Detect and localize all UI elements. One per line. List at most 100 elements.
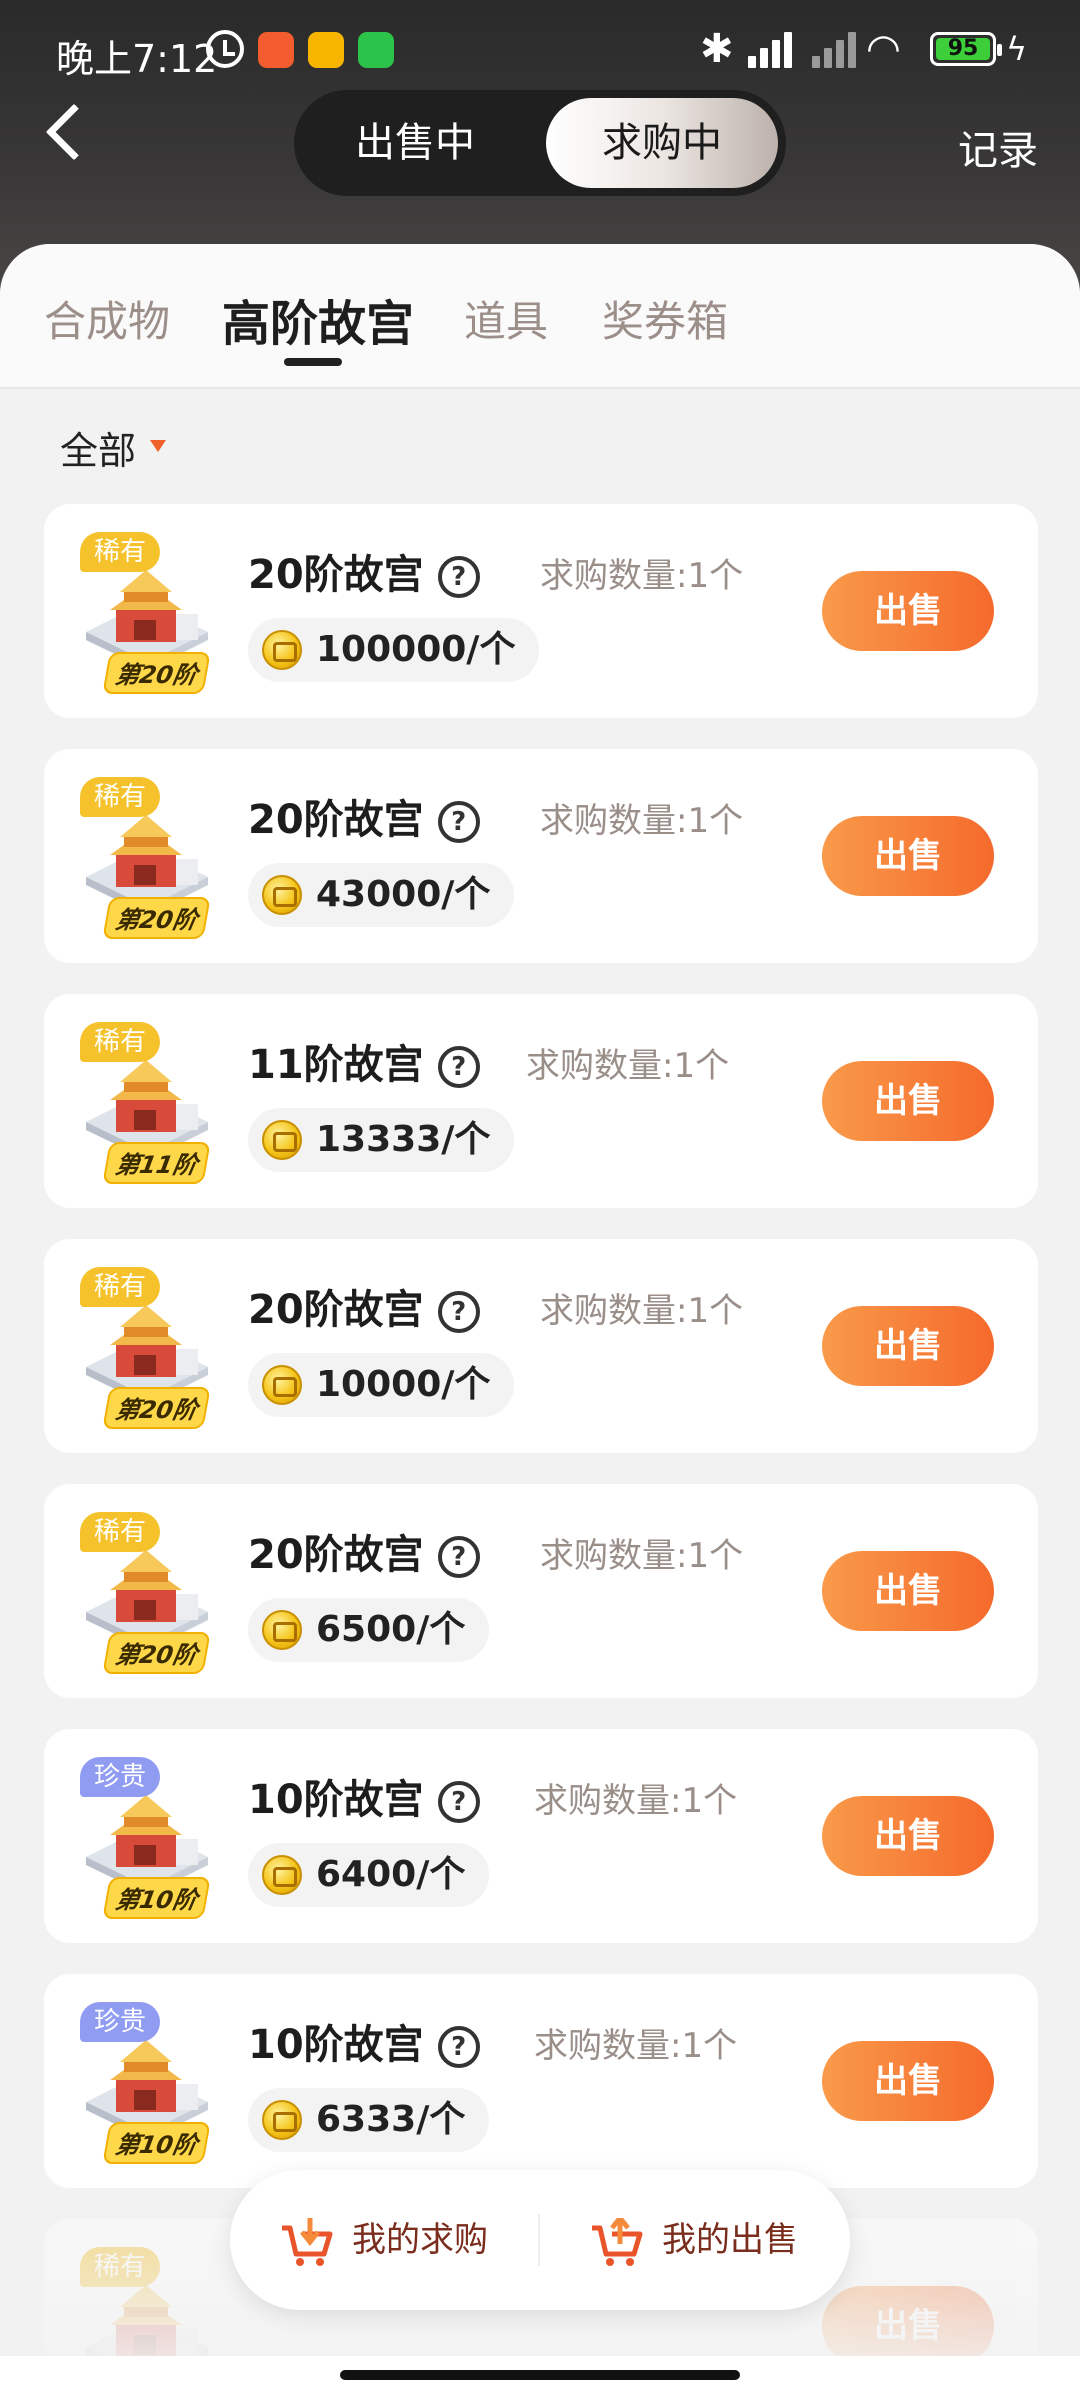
price-value: 100000/个 <box>316 629 516 670</box>
record-link[interactable]: 记录 <box>958 118 1038 176</box>
order-card: 稀有 第11阶 11阶故宫? 求购数量:1个 13333/个 出售 <box>44 994 1038 1208</box>
item-thumbnail: 稀有 第11阶 <box>66 1008 222 1194</box>
coin-icon <box>262 1855 302 1895</box>
sell-button[interactable]: 出售 <box>822 1061 994 1141</box>
coin-icon <box>262 1120 302 1160</box>
app-notification-icon <box>258 32 294 68</box>
item-thumbnail: 珍贵 第10阶 <box>66 1988 222 2174</box>
item-title-text: 20阶故宫 <box>248 552 424 598</box>
rarity-badge: 珍贵 <box>80 2002 161 2042</box>
level-tag: 第20阶 <box>102 652 212 694</box>
buy-quantity: 求购数量:1个 <box>540 1291 744 1331</box>
price-value: 6500/个 <box>316 1609 466 1650</box>
order-card: 稀有 第20阶 20阶故宫? 求购数量:1个 43000/个 出售 <box>44 749 1038 963</box>
buy-quantity: 求购数量:1个 <box>540 1536 744 1576</box>
cart-down-icon <box>282 2217 333 2266</box>
my-buy-label: 我的求购 <box>352 2220 488 2260</box>
item-title-text: 10阶故宫 <box>248 2022 424 2068</box>
level-tag: 第20阶 <box>102 1387 212 1429</box>
item-thumbnail: 稀有 第20阶 <box>66 518 222 704</box>
my-buy-button[interactable]: 我的求购 <box>280 2170 488 2310</box>
item-title-text: 20阶故宫 <box>248 797 424 843</box>
order-card: 稀有 第20阶 20阶故宫? 求购数量:1个 6500/个 出售 <box>44 1484 1038 1698</box>
sell-button[interactable]: 出售 <box>822 1551 994 1631</box>
cart-up-icon <box>592 2217 643 2266</box>
order-card: 珍贵 第10阶 10阶故宫? 求购数量:1个 6400/个 出售 <box>44 1729 1038 1943</box>
signal-icon <box>812 30 868 68</box>
seg-buying[interactable]: 求购中 <box>546 98 778 188</box>
seg-selling[interactable]: 出售中 <box>302 98 528 188</box>
coin-icon <box>262 1610 302 1650</box>
mode-switch: 出售中 求购中 <box>294 90 786 196</box>
price-pill: 6400/个 <box>248 1843 490 1907</box>
status-bar: 晚上7:12 ✱ ◠ 95 ϟ <box>0 0 1080 100</box>
wechat-icon <box>358 32 394 68</box>
buy-quantity: 求购数量:1个 <box>534 1781 738 1821</box>
bottom-dock: 我的求购 我的出售 <box>230 2170 850 2310</box>
item-title: 20阶故宫? <box>248 1277 480 1335</box>
item-title: 20阶故宫? <box>248 1522 480 1580</box>
battery-icon: 95 <box>930 32 1002 66</box>
help-icon[interactable]: ? <box>437 2026 480 2068</box>
buy-quantity: 求购数量:1个 <box>534 2026 738 2066</box>
order-card: 稀有 第20阶 20阶故宫? 求购数量:1个 10000/个 出售 <box>44 1239 1038 1453</box>
help-icon[interactable]: ? <box>437 1781 480 1823</box>
help-icon[interactable]: ? <box>437 801 480 843</box>
level-tag: 第20阶 <box>102 1632 212 1674</box>
sell-button[interactable]: 出售 <box>822 816 994 896</box>
tab-props[interactable]: 道具 <box>464 288 548 349</box>
app-notification-icon <box>308 32 344 68</box>
help-icon[interactable]: ? <box>437 1536 480 1578</box>
tab-palace[interactable]: 高阶故宫 <box>222 284 414 354</box>
help-icon[interactable]: ? <box>437 1291 480 1333</box>
alarm-icon <box>206 30 244 68</box>
sell-button[interactable]: 出售 <box>822 1306 994 1386</box>
rarity-badge: 稀有 <box>80 1512 161 1552</box>
price-pill: 10000/个 <box>248 1353 515 1417</box>
item-thumbnail: 稀有 第20阶 <box>66 1498 222 1684</box>
rarity-badge: 稀有 <box>80 1267 161 1307</box>
price-pill: 43000/个 <box>248 863 515 927</box>
sell-button[interactable]: 出售 <box>822 1796 994 1876</box>
sell-button[interactable]: 出售 <box>822 571 994 651</box>
price-pill: 6333/个 <box>248 2088 490 2152</box>
rarity-badge: 稀有 <box>80 532 161 572</box>
tab-indicator <box>284 358 342 366</box>
coin-icon <box>262 1365 302 1405</box>
charging-icon: ϟ <box>1006 30 1028 68</box>
category-tabs: 合成物 高阶故宫 道具 奖券箱 <box>0 244 1080 389</box>
tab-ticket-box[interactable]: 奖券箱 <box>602 288 728 349</box>
my-sell-button[interactable]: 我的出售 <box>590 2170 798 2310</box>
battery-level: 95 <box>936 38 990 60</box>
item-title-text: 20阶故宫 <box>248 1532 424 1578</box>
buy-quantity: 求购数量:1个 <box>540 556 744 596</box>
level-tag: 第10阶 <box>102 1877 212 1919</box>
price-pill: 6500/个 <box>248 1598 490 1662</box>
help-icon[interactable]: ? <box>437 556 480 598</box>
coin-icon <box>262 2100 302 2140</box>
item-thumbnail: 稀有 第20阶 <box>66 1253 222 1439</box>
level-tag: 第20阶 <box>102 897 212 939</box>
filter-dropdown[interactable]: 全部 <box>60 420 136 475</box>
status-time: 晚上7:12 <box>56 37 218 81</box>
price-value: 13333/个 <box>316 1119 491 1160</box>
sell-button[interactable]: 出售 <box>822 2041 994 2121</box>
item-title: 11阶故宫? <box>248 1032 480 1090</box>
bluetooth-icon: ✱ <box>700 26 734 72</box>
item-title-text: 10阶故宫 <box>248 1777 424 1823</box>
item-title-text: 11阶故宫 <box>248 1042 424 1088</box>
item-thumbnail: 珍贵 第10阶 <box>66 1743 222 1929</box>
level-tag: 第10阶 <box>102 2122 212 2164</box>
rarity-badge: 稀有 <box>80 777 161 817</box>
price-value: 6400/个 <box>316 1854 466 1895</box>
signal-icon <box>748 30 804 68</box>
my-sell-label: 我的出售 <box>662 2220 798 2260</box>
price-value: 6333/个 <box>316 2099 466 2140</box>
rarity-badge: 珍贵 <box>80 1757 161 1797</box>
item-title: 10阶故宫? <box>248 1767 480 1825</box>
order-card: 珍贵 第10阶 10阶故宫? 求购数量:1个 6333/个 出售 <box>44 1974 1038 2188</box>
home-indicator[interactable] <box>340 2370 740 2380</box>
price-value: 43000/个 <box>316 874 491 915</box>
tab-compound[interactable]: 合成物 <box>44 288 170 349</box>
help-icon[interactable]: ? <box>437 1046 480 1088</box>
